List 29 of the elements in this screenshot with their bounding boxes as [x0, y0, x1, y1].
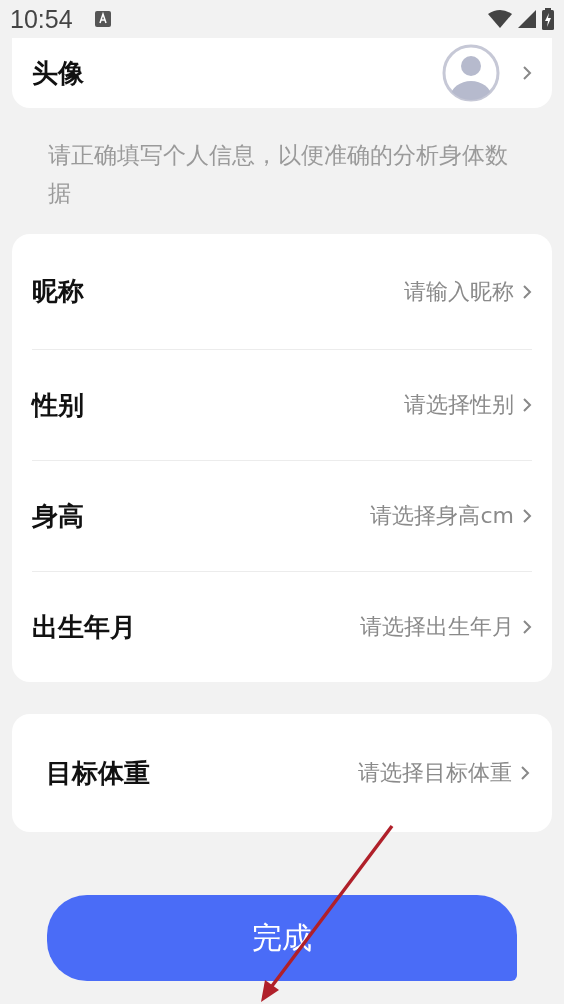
field-placeholder: 请选择目标体重	[358, 759, 512, 787]
field-label: 昵称	[32, 275, 84, 308]
wifi-icon	[488, 10, 512, 28]
battery-icon	[542, 8, 554, 30]
field-placeholder: 请选择性别	[404, 391, 514, 419]
chevron-icon	[520, 766, 530, 780]
chevron-icon	[522, 66, 532, 80]
hint-text: 请正确填写个人信息，以便准确的分析身体数据	[48, 141, 509, 208]
chevron-icon	[522, 284, 532, 299]
keyboard-icon	[94, 11, 111, 27]
chevron-icon	[522, 620, 532, 634]
status-time: 10:54	[10, 4, 73, 34]
chevron-icon	[522, 398, 532, 412]
signal-icon	[518, 10, 536, 28]
field-label: 身高	[32, 499, 84, 533]
profile-row[interactable]: 身高 请选择身高cm	[32, 461, 532, 572]
field-label: 出生年月	[32, 610, 136, 644]
field-placeholder: 请输入昵称	[404, 277, 514, 306]
field-placeholder: 请选择身高cm	[370, 502, 514, 530]
profile-row[interactable]: 性别 请选择性别	[32, 350, 532, 461]
avatar-icon	[442, 44, 500, 102]
field-label: 性别	[32, 388, 84, 422]
field-placeholder: 请选择出生年月	[360, 613, 514, 641]
chevron-icon	[522, 509, 532, 523]
avatar-label: 头像	[32, 56, 84, 90]
profile-row[interactable]: 出生年月 请选择出生年月	[32, 572, 532, 682]
field-label: 目标体重	[46, 756, 150, 790]
avatar-card[interactable]: 头像	[12, 38, 552, 108]
profile-row[interactable]: 昵称 请输入昵称	[32, 234, 532, 350]
